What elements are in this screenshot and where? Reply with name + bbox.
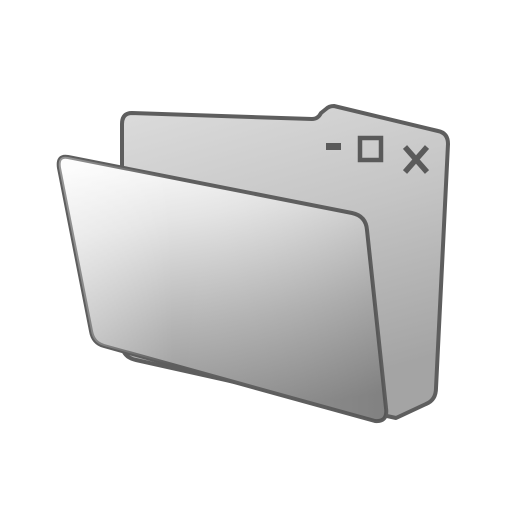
minimize-icon (326, 143, 341, 150)
icon-canvas (0, 0, 512, 512)
folder-window-icon (56, 104, 450, 424)
